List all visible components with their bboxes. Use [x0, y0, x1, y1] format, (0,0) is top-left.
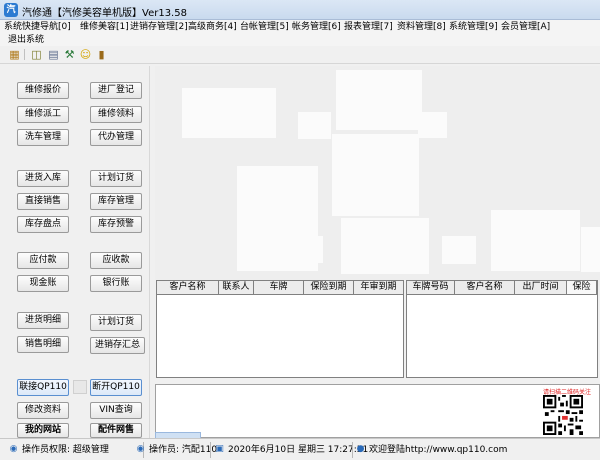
agency-button[interactable]: 代办管理 — [90, 129, 142, 146]
decor-tile — [341, 218, 429, 274]
purchase-detail-button[interactable]: 进货明细 — [17, 312, 69, 329]
decor-tile — [581, 227, 600, 272]
menu-accounts[interactable]: 帐务管理[6] — [292, 21, 341, 33]
parts-online-button[interactable]: 配件网售 — [90, 423, 142, 438]
operator-role: 操作员权限: 超级管理 — [22, 445, 109, 455]
column-header[interactable]: 保险到期 — [304, 281, 354, 294]
column-header[interactable]: 车牌 — [254, 281, 304, 294]
column-header[interactable]: 客户名称 — [455, 281, 515, 294]
bottom-panel: 请扫描二维码关注 — [155, 384, 600, 438]
bank-account-button[interactable]: 银行账 — [90, 275, 142, 292]
decor-tile — [293, 236, 323, 263]
sales-detail-button[interactable]: 销售明细 — [17, 336, 69, 353]
my-site-button[interactable]: 我的网站 — [17, 423, 69, 438]
column-header[interactable]: 车牌号码 — [407, 281, 455, 294]
repair-dispatch-button[interactable]: 维修派工 — [17, 106, 69, 123]
menu-membership[interactable]: 会员管理[A] — [501, 21, 550, 33]
menu-inventory[interactable]: 进销存管理[2] — [130, 21, 188, 33]
column-header[interactable]: 保险 — [567, 281, 597, 294]
user-icon: ◉ — [9, 444, 18, 454]
tools-icon[interactable]: ⚒ — [63, 48, 76, 61]
column-header[interactable]: 出厂时间 — [515, 281, 567, 294]
qr-code-icon[interactable] — [543, 395, 583, 435]
edit-profile-button[interactable]: 修改资料 — [17, 402, 69, 419]
decor-tile — [298, 112, 331, 139]
decor-tile — [332, 134, 419, 216]
status-indicator — [73, 380, 87, 394]
column-header[interactable]: 客户名称 — [157, 281, 219, 294]
menu-reports[interactable]: 报表管理[7] — [344, 21, 393, 33]
decor-tile — [418, 112, 447, 138]
connect-qp110-button[interactable]: 联接QP110 — [17, 379, 69, 396]
stock-alert-button[interactable]: 库存预警 — [90, 216, 142, 233]
disconnect-qp110-button[interactable]: 断开QP110 — [90, 379, 142, 396]
inventory-summary-button[interactable]: 进销存汇总 — [90, 337, 145, 354]
grid-header: 客户名称 联系人 车牌 保险到期 年审到期 — [157, 281, 404, 295]
menu-repair[interactable]: 维修美容[1] — [80, 21, 129, 33]
payable-button[interactable]: 应付款 — [17, 252, 69, 269]
app-logo-icon: 汽 — [4, 3, 18, 17]
check-in-button[interactable]: 进厂登记 — [90, 82, 142, 99]
plan-order-2-button[interactable]: 计划订货 — [90, 314, 142, 331]
menu-system[interactable]: 系统管理[9] — [449, 21, 498, 33]
recent-departure-grid[interactable]: 车牌号码 客户名称 出厂时间 保险 — [406, 280, 598, 378]
window-titlebar[interactable]: 汽 汽修通【汽修美容单机版】Ver13.58 — [0, 0, 600, 20]
exit-door-icon[interactable]: ▮ — [95, 48, 108, 61]
status-datetime: 2020年6月10日 星期三 17:27:51 — [228, 445, 369, 455]
decor-tile — [336, 70, 422, 130]
menu-data[interactable]: 资料管理[8] — [397, 21, 446, 33]
cash-account-button[interactable]: 现金账 — [17, 275, 69, 292]
grid-header: 车牌号码 客户名称 出厂时间 保险 — [407, 281, 597, 295]
menu-bar: 系统快捷导航[0] 维修美容[1] 进销存管理[2] 高级商务[4] 台帐管理[… — [0, 20, 600, 46]
receivable-button[interactable]: 应收款 — [90, 252, 142, 269]
decor-tile — [442, 236, 476, 264]
operator-icon: ◉ — [136, 444, 145, 454]
toolbar: ▦ ◫ ▤ ⚒ ☺ ▮ — [0, 46, 600, 64]
clipboard-icon[interactable]: ◫ — [30, 48, 43, 61]
repair-quote-button[interactable]: 维修报价 — [17, 82, 69, 99]
inventory-button[interactable]: 库存管理 — [90, 193, 142, 210]
vin-query-button[interactable]: VIN查询 — [90, 402, 142, 419]
direct-sale-button[interactable]: 直接销售 — [17, 193, 69, 210]
menu-exit[interactable]: 退出系统 — [8, 34, 44, 46]
menu-business[interactable]: 高级商务[4] — [188, 21, 237, 33]
window-title: 汽修通【汽修美容单机版】Ver13.58 — [22, 8, 187, 19]
decor-tile — [182, 88, 276, 138]
quick-nav-panel: 维修报价 进厂登记 维修派工 维修领料 洗车管理 代办管理 进货入库 计划订货 … — [5, 66, 150, 438]
repair-materials-button[interactable]: 维修领料 — [90, 106, 142, 123]
purchase-in-button[interactable]: 进货入库 — [17, 170, 69, 187]
operator-name: 操作员: 汽配110 — [149, 445, 218, 455]
stocktake-button[interactable]: 库存盘点 — [17, 216, 69, 233]
main-canvas — [155, 66, 600, 280]
column-header[interactable]: 联系人 — [219, 281, 254, 294]
document-icon[interactable]: ▤ — [47, 48, 60, 61]
column-header[interactable]: 年审到期 — [354, 281, 404, 294]
smiley-icon[interactable]: ☺ — [79, 48, 92, 61]
decor-tile — [491, 210, 580, 271]
status-bar: ◉ 操作员权限: 超级管理 ◉ 操作员: 汽配110 ▣ 2020年6月10日 … — [0, 438, 600, 460]
menu-quick-nav[interactable]: 系统快捷导航[0] — [4, 21, 71, 33]
menu-ledger[interactable]: 台帐管理[5] — [240, 21, 289, 33]
insurance-due-grid[interactable]: 客户名称 联系人 车牌 保险到期 年审到期 — [156, 280, 404, 378]
globe-icon: ● — [356, 444, 365, 454]
welcome-link[interactable]: 欢迎登陆http://www.qp110.com — [369, 444, 507, 456]
car-wash-button[interactable]: 洗车管理 — [17, 129, 69, 146]
box-icon[interactable]: ▦ — [8, 48, 21, 61]
plan-order-button[interactable]: 计划订货 — [90, 170, 142, 187]
calendar-icon: ▣ — [215, 444, 224, 454]
